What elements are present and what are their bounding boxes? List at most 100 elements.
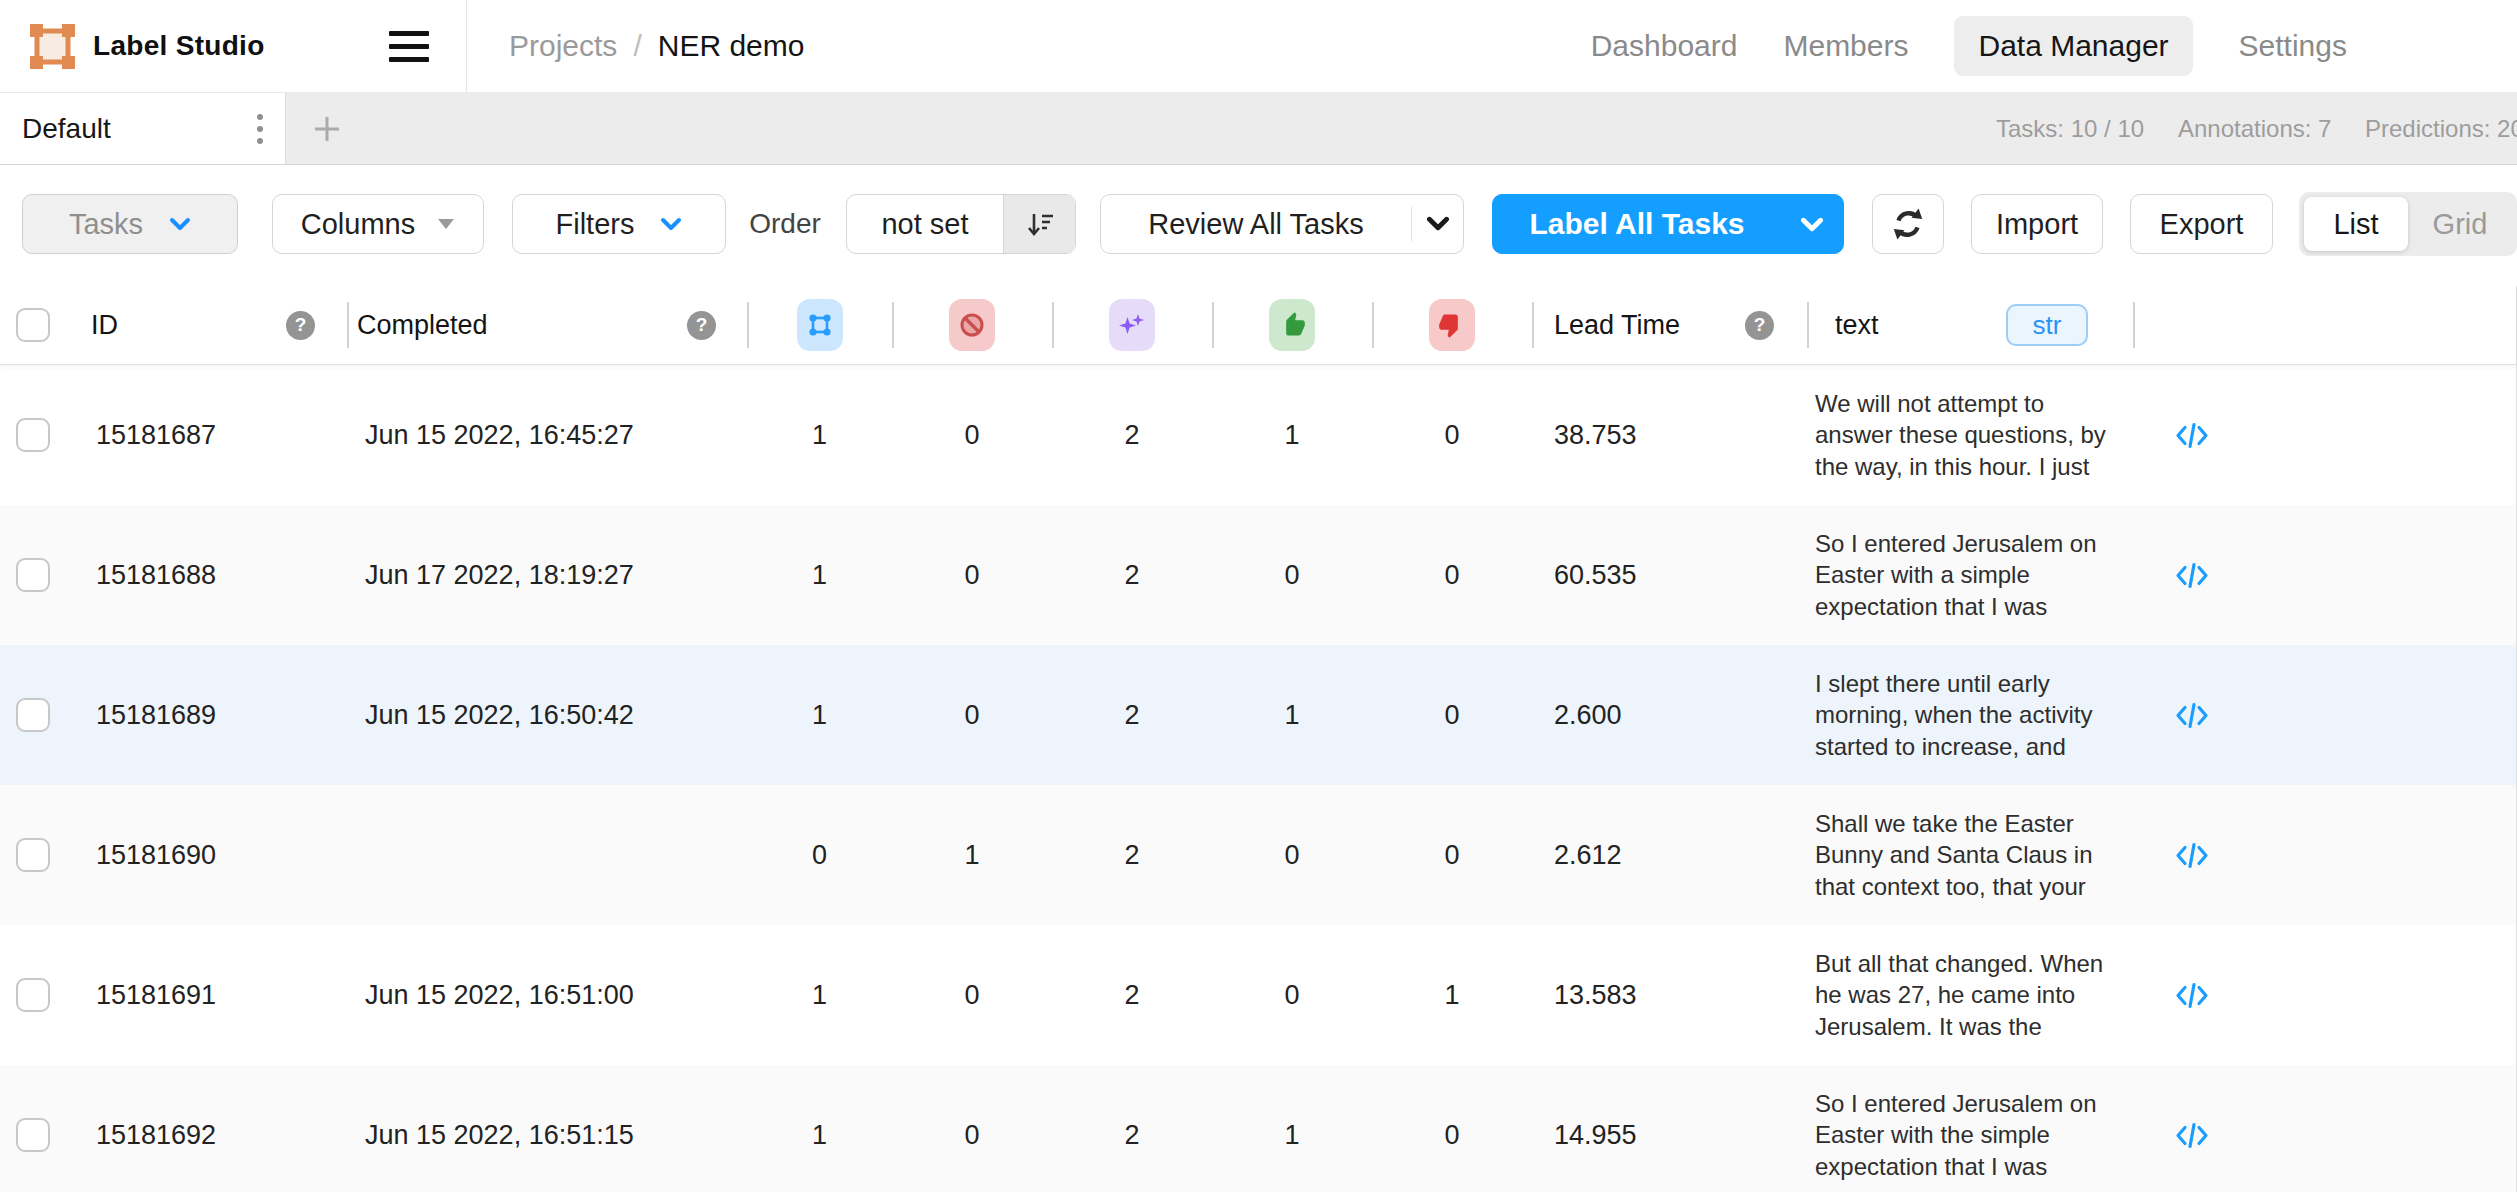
filters-dropdown[interactable]: Filters	[512, 194, 726, 254]
breadcrumb-separator: /	[633, 29, 641, 63]
tasks-dropdown[interactable]: Tasks	[22, 194, 238, 254]
import-button-label: Import	[1996, 208, 2078, 241]
cancelled-count: 0	[964, 560, 979, 591]
code-icon	[2175, 840, 2209, 871]
table-row[interactable]: 15181689 Jun 15 2022, 16:50:42 1 0 2 1 0…	[0, 645, 2516, 785]
table-row[interactable]: 15181690 0 1 2 0 0 2.612 Shall we take t…	[0, 785, 2516, 925]
tasks-dropdown-label: Tasks	[69, 208, 143, 241]
annotations-count: 1	[812, 700, 827, 731]
chevron-down-icon	[169, 217, 191, 231]
sort-descending-icon	[1024, 208, 1056, 240]
label-all-tasks-button[interactable]: Label All Tasks	[1492, 194, 1844, 254]
rejected-count: 0	[1444, 700, 1459, 731]
hamburger-menu-icon[interactable]	[389, 31, 429, 62]
table-row[interactable]: 15181687 Jun 15 2022, 16:45:27 1 0 2 1 0…	[0, 365, 2516, 505]
stat-tasks: Tasks: 10 / 10	[1996, 115, 2144, 143]
cancelled-count: 1	[964, 840, 979, 871]
breadcrumb-projects[interactable]: Projects	[509, 29, 617, 63]
header-rejected-column	[1372, 286, 1532, 364]
annotations-count: 1	[812, 420, 827, 451]
help-icon[interactable]: ?	[687, 311, 716, 340]
cancelled-count: 0	[964, 1120, 979, 1151]
table-row[interactable]: 15181692 Jun 15 2022, 16:51:15 1 0 2 1 0…	[0, 1065, 2516, 1192]
header-completed-label[interactable]: Completed	[357, 310, 488, 341]
table-row[interactable]: 15181688 Jun 17 2022, 18:19:27 1 0 2 0 0…	[0, 505, 2516, 645]
import-button[interactable]: Import	[1971, 194, 2103, 254]
thumbs-down-icon[interactable]	[1429, 299, 1475, 351]
nav-members[interactable]: Members	[1783, 29, 1908, 63]
table-row[interactable]: 15181691 Jun 15 2022, 16:51:00 1 0 2 0 1…	[0, 925, 2516, 1065]
review-dropdown-caret[interactable]	[1411, 207, 1463, 242]
task-text-snippet: But all that changed. Whenhe was 27, he …	[1815, 948, 2103, 1043]
help-icon[interactable]: ?	[286, 311, 315, 340]
nav-dashboard[interactable]: Dashboard	[1591, 29, 1738, 63]
task-completed-date: Jun 15 2022, 16:51:15	[365, 1120, 634, 1151]
columns-dropdown[interactable]: Columns	[272, 194, 484, 254]
rejected-count: 0	[1444, 420, 1459, 451]
header-lead-time-label[interactable]: Lead Time	[1554, 310, 1680, 341]
export-button[interactable]: Export	[2130, 194, 2273, 254]
header-text-label[interactable]: text	[1835, 310, 1879, 341]
header-cancelled-column	[892, 286, 1052, 364]
header-id-label[interactable]: ID	[91, 310, 118, 341]
row-checkbox[interactable]	[16, 558, 50, 592]
label-all-dropdown-caret[interactable]	[1781, 217, 1843, 232]
predictions-count: 2	[1124, 1120, 1139, 1151]
nav-data-manager[interactable]: Data Manager	[1954, 16, 2192, 76]
row-checkbox[interactable]	[16, 418, 50, 452]
nav-settings[interactable]: Settings	[2239, 29, 2347, 63]
top-header: Label Studio Projects / NER demo Dashboa…	[0, 0, 2517, 93]
order-dropdown[interactable]: not set	[846, 194, 1076, 254]
tab-stats: Tasks: 10 / 10 Annotations: 7 Prediction…	[0, 93, 2517, 164]
task-text-snippet: Shall we take the EasterBunny and Santa …	[1815, 808, 2093, 903]
annotations-count: 1	[812, 980, 827, 1011]
sort-direction-button[interactable]	[1003, 195, 1075, 253]
task-completed-date: Jun 15 2022, 16:51:00	[365, 980, 634, 1011]
refresh-icon	[1889, 205, 1927, 243]
predictions-count: 2	[1124, 840, 1139, 871]
view-toggle-grid[interactable]: Grid	[2408, 197, 2512, 251]
predictions-count: 2	[1124, 700, 1139, 731]
order-label: Order	[748, 208, 822, 240]
row-checkbox[interactable]	[16, 838, 50, 872]
accepted-count: 1	[1284, 420, 1299, 451]
toolbar: Tasks Columns Filters Order not set Revi…	[0, 165, 2517, 286]
export-button-label: Export	[2160, 208, 2244, 241]
refresh-button[interactable]	[1872, 194, 1944, 254]
review-all-tasks-dropdown[interactable]: Review All Tasks	[1100, 194, 1464, 254]
view-toggle: List Grid	[2299, 192, 2517, 256]
predictions-count: 2	[1124, 420, 1139, 451]
brand-area: Label Studio	[0, 0, 467, 92]
header-completed-column: Completed ?	[347, 286, 747, 364]
help-icon[interactable]: ?	[1745, 311, 1774, 340]
stat-predictions: Predictions: 20	[2365, 115, 2517, 143]
annotations-count: 1	[812, 560, 827, 591]
task-text-snippet: We will not attempt toanswer these quest…	[1815, 388, 2106, 483]
lead-time-value: 38.753	[1554, 420, 1637, 451]
header-trailing-column	[2133, 286, 2516, 364]
tab-strip: Default Tasks: 10 / 10 Annotations: 7 Pr…	[0, 93, 2517, 165]
cancelled-annotations-icon[interactable]	[949, 299, 995, 351]
code-icon	[2175, 1120, 2209, 1151]
code-icon	[2175, 560, 2209, 591]
code-icon	[2175, 980, 2209, 1011]
predictions-icon[interactable]	[1109, 299, 1155, 351]
task-id: 15181690	[96, 840, 216, 871]
view-toggle-list[interactable]: List	[2304, 197, 2408, 251]
task-id: 15181689	[96, 700, 216, 731]
cancelled-count: 0	[964, 980, 979, 1011]
cancelled-count: 0	[964, 420, 979, 451]
row-checkbox[interactable]	[16, 978, 50, 1012]
task-text-snippet: So I entered Jerusalem onEaster with a s…	[1815, 528, 2097, 623]
select-all-checkbox[interactable]	[16, 308, 50, 342]
task-completed-date: Jun 17 2022, 18:19:27	[365, 560, 634, 591]
app-title: Label Studio	[93, 30, 265, 62]
thumbs-up-icon[interactable]	[1269, 299, 1315, 351]
tasks-table: ID ? Completed ?	[0, 286, 2517, 1192]
annotations-icon[interactable]	[797, 299, 843, 351]
header-accepted-column	[1212, 286, 1372, 364]
row-checkbox[interactable]	[16, 1118, 50, 1152]
breadcrumb: Projects / NER demo	[509, 29, 804, 63]
row-checkbox[interactable]	[16, 698, 50, 732]
rejected-count: 0	[1444, 560, 1459, 591]
